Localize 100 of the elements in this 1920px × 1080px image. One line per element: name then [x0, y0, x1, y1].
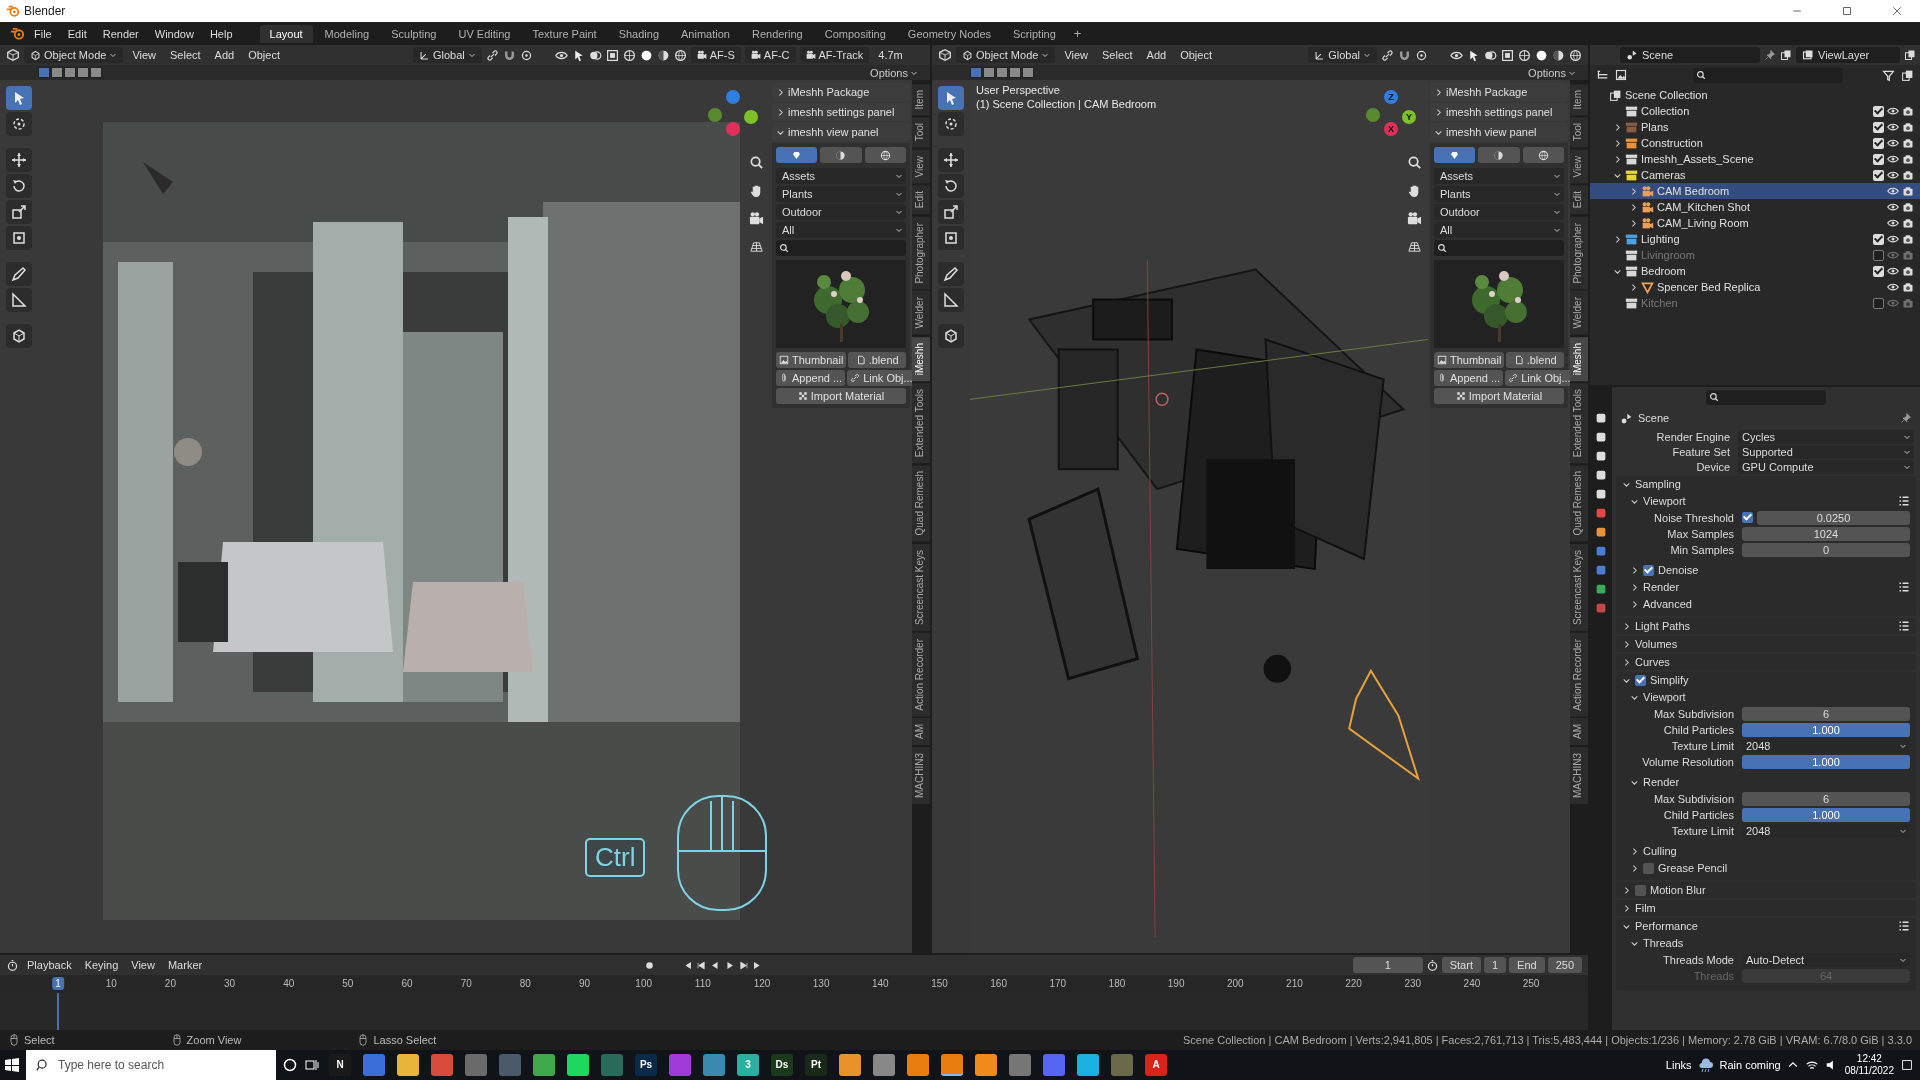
selection-mode-icon[interactable] [51, 67, 63, 78]
visibility-icon[interactable] [1887, 201, 1899, 213]
mode-tab[interactable] [820, 147, 862, 163]
dropdown[interactable]: GPU Compute [1738, 459, 1914, 474]
visibility-icon[interactable] [1887, 137, 1899, 149]
sidebar-tab[interactable]: Tool [1570, 117, 1588, 148]
camera-button[interactable]: AF-S [690, 47, 741, 63]
checkbox[interactable] [1873, 169, 1884, 181]
wireframe-shading-icon[interactable] [622, 48, 636, 62]
jump-start-icon[interactable] [682, 959, 694, 971]
cursor-tool[interactable] [6, 112, 32, 136]
xray-icon[interactable] [1501, 48, 1514, 62]
visibility-icon[interactable] [1887, 217, 1899, 229]
scene-selector[interactable]: Scene [1620, 47, 1760, 63]
dropdown[interactable]: Assets [776, 168, 906, 184]
visibility-icon[interactable] [1887, 233, 1899, 245]
outliner-row[interactable]: Bedroom [1590, 263, 1920, 279]
panel-header[interactable]: Threads [1616, 935, 1916, 951]
sidebar-tab[interactable]: Photographer [1570, 216, 1588, 290]
workspace-tab[interactable]: Texture Paint [522, 24, 607, 43]
render-visibility-icon[interactable] [1902, 201, 1914, 213]
new-collection-icon[interactable] [1901, 68, 1914, 82]
add-workspace-button[interactable]: + [1067, 24, 1088, 43]
presets-icon[interactable] [1898, 620, 1910, 632]
snap-icon[interactable] [1398, 48, 1411, 62]
workspace-tab[interactable]: Scripting [1003, 24, 1066, 43]
panel-header[interactable]: Viewport [1616, 493, 1916, 509]
panel-button[interactable]: .blend [1506, 352, 1564, 368]
checkbox[interactable] [1635, 674, 1646, 686]
panel-header[interactable]: iMeshh Package [1430, 83, 1568, 101]
transform-tool[interactable] [938, 226, 964, 250]
render-visibility-icon[interactable] [1902, 233, 1914, 245]
snap-icon[interactable] [502, 48, 516, 62]
panel-header[interactable]: Render [1616, 774, 1916, 790]
orientation-dropdown[interactable]: Global [1308, 47, 1377, 63]
overlays-icon[interactable] [1484, 48, 1497, 62]
menu-item[interactable]: Keying [79, 957, 124, 974]
move-tool[interactable] [6, 148, 32, 172]
mode-tab[interactable] [864, 147, 906, 163]
sidebar-tab[interactable]: View [912, 149, 930, 184]
sidebar-tab[interactable]: Photographer [912, 216, 930, 290]
display-mode-icon[interactable] [1596, 68, 1609, 82]
checkbox[interactable] [1873, 249, 1884, 261]
preview-range-icon[interactable] [1425, 958, 1439, 972]
sidebar-tab[interactable]: Item [912, 84, 930, 116]
slider-field[interactable]: 1.000 [1742, 754, 1910, 769]
notification-icon[interactable] [1900, 1058, 1914, 1072]
panel-header[interactable]: imeshh view panel [772, 123, 910, 141]
menu-item[interactable]: File [27, 24, 59, 43]
search-field[interactable] [1706, 389, 1826, 405]
sidebar-tab[interactable]: iMeshh [912, 336, 930, 381]
properties-tab-icon[interactable] [1594, 468, 1608, 482]
workspace-tab[interactable]: Modeling [314, 24, 380, 43]
checkbox[interactable] [1873, 121, 1884, 133]
visibility-icon[interactable] [1887, 169, 1899, 181]
number-field[interactable]: 6 [1742, 791, 1910, 806]
number-field[interactable]: 6 [1742, 706, 1910, 721]
checkbox[interactable] [1873, 137, 1884, 149]
panel-header[interactable]: Curves [1616, 654, 1916, 670]
properties-tab-icon[interactable] [1594, 411, 1608, 425]
panel-header[interactable]: iMeshh Package [772, 83, 910, 101]
visibility-icon[interactable] [1887, 185, 1899, 197]
dropdown[interactable]: Outdoor [776, 204, 906, 220]
previous-keyframe-icon[interactable] [696, 959, 708, 971]
mode-dropdown[interactable]: Object Mode [956, 47, 1056, 63]
toolbar-label[interactable]: Links [1665, 1059, 1692, 1071]
properties-tab-icon[interactable] [1594, 449, 1608, 463]
sidebar-tab[interactable]: Edit [912, 185, 930, 215]
outliner-row[interactable]: CAM_Living Room [1590, 215, 1920, 231]
mode-tab[interactable] [1522, 147, 1564, 163]
sidebar-tab[interactable]: Tool [912, 117, 930, 148]
dropdown[interactable]: Auto-Detect [1742, 952, 1910, 967]
checkbox[interactable] [1873, 265, 1884, 277]
checkbox[interactable] [1643, 862, 1654, 874]
panel-header[interactable]: Advanced [1616, 596, 1916, 612]
workspace-tab[interactable]: UV Editing [448, 24, 521, 43]
outliner-row[interactable]: Scene Collection [1590, 87, 1920, 103]
scale-tool[interactable] [938, 200, 964, 224]
outliner-row[interactable]: CAM_Kitchen Shot [1590, 199, 1920, 215]
annotate-tool[interactable] [6, 262, 32, 286]
panel-button[interactable]: Import Material [776, 388, 906, 404]
number-field[interactable]: 0 [1742, 542, 1910, 557]
sidebar-tab[interactable]: Action Recorder [1570, 632, 1588, 717]
panel-button[interactable]: Append ... [776, 370, 846, 386]
app-icon[interactable]: Ps [635, 1054, 657, 1076]
task-view-icon[interactable] [304, 1057, 320, 1073]
select-box-tool[interactable] [938, 86, 964, 110]
outliner-row[interactable]: Collection [1590, 103, 1920, 119]
panel-button[interactable]: .blend [848, 352, 906, 368]
menu-item[interactable]: Marker [162, 957, 208, 974]
workspace-tab[interactable]: Geometry Nodes [897, 24, 1001, 43]
zoom-icon[interactable] [748, 154, 764, 170]
selection-mode-icon[interactable] [970, 67, 982, 78]
selection-mode-icon[interactable] [983, 67, 995, 78]
start-icon[interactable] [4, 1057, 20, 1073]
pivot-icon[interactable] [1381, 48, 1394, 62]
measure-tool[interactable] [938, 288, 964, 312]
sidebar-tab[interactable]: Item [1570, 84, 1588, 116]
solid-shading-icon[interactable] [1535, 48, 1548, 62]
xray-icon[interactable] [605, 48, 619, 62]
